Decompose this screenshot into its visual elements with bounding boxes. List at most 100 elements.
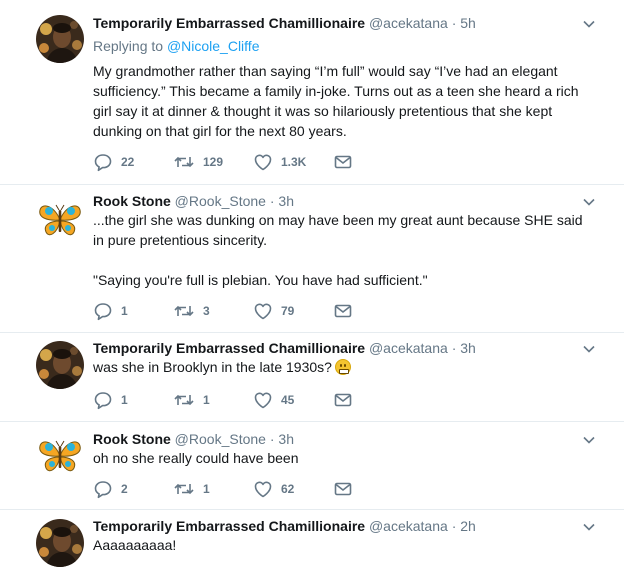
separator-dot: · [451, 340, 457, 356]
tweet-text: ...the girl she was dunking on may have … [93, 212, 583, 248]
chevron-down-icon[interactable] [582, 17, 596, 31]
display-name[interactable]: Temporarily Embarrassed Chamillionaire [93, 340, 365, 356]
tweet-header: Temporarily Embarrassed Chamillionaire @… [93, 14, 604, 32]
tweet-header: Temporarily Embarrassed Chamillionaire @… [93, 517, 604, 535]
avatar[interactable] [36, 341, 84, 389]
handle[interactable]: @acekatana [369, 518, 448, 534]
display-name[interactable]: Temporarily Embarrassed Chamillionaire [93, 15, 365, 31]
tweet-text: Aaaaaaaaaa! [93, 537, 177, 553]
retweet-icon [173, 152, 195, 172]
replying-to-label: Replying to [93, 38, 164, 54]
timestamp[interactable]: 3h [278, 431, 294, 447]
reply-icon [93, 152, 113, 172]
mail-icon [333, 301, 353, 321]
retweet-button[interactable]: 3 [173, 301, 210, 321]
heart-icon [253, 479, 273, 499]
tweet[interactable]: Rook Stone @Rook_Stone · 3h oh no she re… [0, 422, 624, 510]
direct-message-button[interactable] [333, 479, 353, 499]
portrait-avatar-icon [36, 519, 84, 567]
avatar[interactable] [36, 432, 84, 480]
heart-icon [253, 152, 273, 172]
tweet-text: My grandmother rather than saying “I’m f… [93, 63, 579, 139]
mail-icon [333, 152, 353, 172]
chevron-down-icon[interactable] [582, 342, 596, 356]
reply-icon [93, 390, 113, 410]
separator-dot: · [269, 431, 275, 447]
like-count: 62 [281, 482, 295, 496]
chevron-down-icon[interactable] [582, 433, 596, 447]
like-count: 79 [281, 304, 295, 318]
retweet-count: 3 [203, 304, 210, 318]
like-count: 1.3K [281, 155, 307, 169]
reply-button[interactable]: 22 [93, 152, 134, 172]
tweet-header: Rook Stone @Rook_Stone · 3h [93, 430, 604, 448]
retweet-icon [173, 390, 195, 410]
reply-icon [93, 479, 113, 499]
retweet-button[interactable]: 1 [173, 390, 210, 410]
tweet[interactable]: Temporarily Embarrassed Chamillionaire @… [0, 0, 624, 185]
handle[interactable]: @Rook_Stone [175, 193, 266, 209]
timestamp[interactable]: 5h [460, 15, 476, 31]
direct-message-button[interactable] [333, 301, 353, 321]
reply-count: 1 [121, 393, 128, 407]
avatar[interactable] [36, 15, 84, 63]
retweet-button[interactable]: 1 [173, 479, 210, 499]
separator-dot: · [451, 518, 457, 534]
reply-count: 22 [121, 155, 135, 169]
reply-icon [93, 301, 113, 321]
tweet[interactable]: Temporarily Embarrassed Chamillionaire @… [0, 510, 624, 572]
display-name[interactable]: Rook Stone [93, 193, 171, 209]
tweet[interactable]: Temporarily Embarrassed Chamillionaire @… [0, 333, 624, 422]
display-name[interactable]: Rook Stone [93, 431, 171, 447]
like-button[interactable]: 79 [253, 301, 294, 321]
tweet-text: oh no she really could have been [93, 450, 299, 466]
avatar[interactable] [36, 196, 84, 244]
timestamp[interactable]: 2h [460, 518, 476, 534]
handle[interactable]: @acekatana [369, 340, 448, 356]
grimacing-face-icon [334, 359, 351, 375]
replying-to-link[interactable]: @Nicole_Cliffe [167, 38, 260, 54]
retweet-icon [173, 301, 195, 321]
direct-message-button[interactable] [333, 152, 353, 172]
chevron-down-icon[interactable] [582, 195, 596, 209]
reply-button[interactable]: 1 [93, 301, 128, 321]
retweet-count: 129 [203, 155, 224, 169]
heart-icon [253, 390, 273, 410]
like-count: 45 [281, 393, 295, 407]
avatar[interactable] [36, 519, 84, 567]
chevron-down-icon[interactable] [582, 520, 596, 534]
tweet-text: was she in Brooklyn in the late 1930s? [93, 359, 332, 375]
like-button[interactable]: 45 [253, 390, 294, 410]
retweet-icon [173, 479, 195, 499]
separator-dot: · [269, 193, 275, 209]
retweet-count: 1 [203, 393, 210, 407]
timestamp[interactable]: 3h [460, 340, 476, 356]
separator-dot: · [451, 15, 457, 31]
portrait-avatar-icon [36, 341, 84, 389]
direct-message-button[interactable] [333, 390, 353, 410]
handle[interactable]: @Rook_Stone [175, 431, 266, 447]
reply-button[interactable]: 2 [93, 479, 128, 499]
tweet-text-line: was she in Brooklyn in the late 1930s? [93, 357, 594, 377]
like-button[interactable]: 1.3K [253, 152, 306, 172]
reply-count: 2 [121, 482, 128, 496]
butterfly-avatar-icon [36, 432, 84, 480]
tweet-quote-text: "Saying you're full is plebian. You have… [93, 272, 428, 288]
portrait-avatar-icon [36, 15, 84, 63]
reply-count: 1 [121, 304, 128, 318]
handle[interactable]: @acekatana [369, 15, 448, 31]
heart-icon [253, 301, 273, 321]
retweet-button[interactable]: 129 [173, 152, 223, 172]
replying-to-line: Replying to @Nicole_Cliffe [93, 38, 259, 54]
butterfly-avatar-icon [36, 196, 84, 244]
display-name[interactable]: Temporarily Embarrassed Chamillionaire [93, 518, 365, 534]
mail-icon [333, 479, 353, 499]
reply-button[interactable]: 1 [93, 390, 128, 410]
mail-icon [333, 390, 353, 410]
retweet-count: 1 [203, 482, 210, 496]
like-button[interactable]: 62 [253, 479, 294, 499]
tweet-header: Rook Stone @Rook_Stone · 3h [93, 192, 604, 210]
tweet[interactable]: Rook Stone @Rook_Stone · 3h ...the girl … [0, 185, 624, 333]
timestamp[interactable]: 3h [278, 193, 294, 209]
tweet-header: Temporarily Embarrassed Chamillionaire @… [93, 339, 604, 357]
